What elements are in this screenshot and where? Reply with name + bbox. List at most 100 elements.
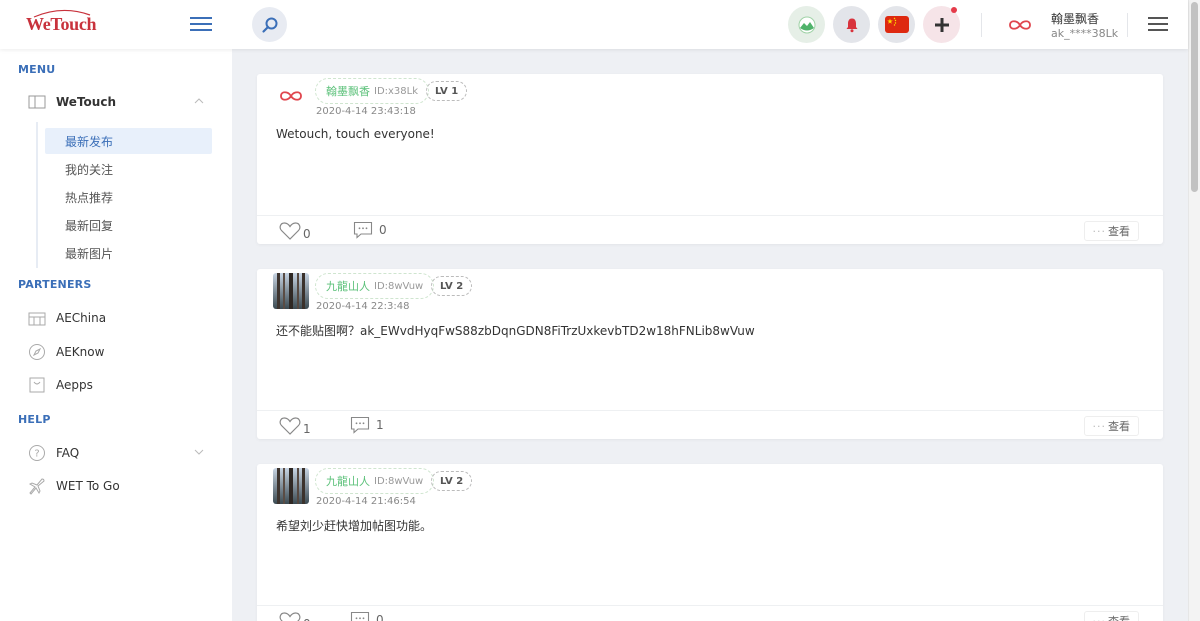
post-content[interactable]: 希望刘少赶快增加帖图功能。 xyxy=(276,517,432,534)
author-avatar[interactable] xyxy=(273,468,309,504)
wallet-button[interactable] xyxy=(788,6,825,43)
comment-button[interactable]: 1 xyxy=(350,416,384,434)
sidebar-subitem-replies[interactable]: 最新回复 xyxy=(45,212,212,238)
more-menu-icon[interactable] xyxy=(1147,14,1169,34)
author-id: ID:8wVuw xyxy=(374,280,424,292)
like-button[interactable]: 0 xyxy=(279,611,311,621)
compass-icon xyxy=(28,343,46,361)
section-title-partners: PARTENERS xyxy=(18,278,92,291)
view-button[interactable]: ··· 查看 xyxy=(1083,416,1139,436)
new-indicator-dot xyxy=(951,7,957,13)
search-button[interactable] xyxy=(252,7,287,42)
sidebar-item-aechina[interactable]: AEChina xyxy=(28,306,218,330)
scrollbar-thumb[interactable] xyxy=(1191,2,1198,192)
post-time: 2020-4-14 23:43:18 xyxy=(316,106,416,117)
comment-button[interactable]: 0 xyxy=(350,611,384,621)
notifications-button[interactable] xyxy=(833,6,870,43)
forest-photo-icon xyxy=(273,468,309,504)
post-footer: 0 0 ··· 查看 xyxy=(257,215,1163,244)
search-icon xyxy=(261,17,277,33)
like-count: 0 xyxy=(303,617,311,621)
author-name: 九龍山人 xyxy=(326,475,370,488)
author-id: ID:8wVuw xyxy=(374,475,424,487)
sidebar-item-wetouch[interactable]: WeTouch xyxy=(28,90,218,114)
view-label: 查看 xyxy=(1108,225,1130,238)
header-divider xyxy=(981,13,982,37)
post-content[interactable]: Wetouch, touch everyone! xyxy=(276,127,435,141)
post-card: 翰墨飘香 ID:x38Lk LV 1 2020-4-14 23:43:18 We… xyxy=(257,74,1163,244)
sidebar-subitem-images[interactable]: 最新图片 xyxy=(45,240,212,266)
sidebar-item-label: AEKnow xyxy=(56,345,105,359)
author-name-pill[interactable]: 九龍山人 ID:8wVuw xyxy=(315,273,435,299)
infinity-logo-icon xyxy=(1009,20,1031,30)
like-button[interactable]: 1 xyxy=(279,416,311,436)
level-badge: LV 1 xyxy=(426,81,468,101)
china-flag-icon xyxy=(884,16,909,33)
book-icon xyxy=(28,93,46,111)
section-title-menu: MENU xyxy=(18,63,56,76)
post-time: 2020-4-14 22:3:48 xyxy=(316,301,410,312)
airplane-icon xyxy=(28,477,46,495)
forest-photo-icon xyxy=(273,273,309,309)
sidebar-item-wet-to-go[interactable]: WET To Go xyxy=(28,474,218,498)
heart-icon xyxy=(279,222,301,240)
more-dots-icon: ··· xyxy=(1092,419,1106,433)
language-button[interactable] xyxy=(878,6,915,43)
user-name[interactable]: 翰墨飘香 xyxy=(1051,10,1099,27)
like-count: 0 xyxy=(303,227,311,241)
section-title-help: HELP xyxy=(18,413,51,426)
like-button[interactable]: 0 xyxy=(279,221,311,241)
author-avatar[interactable] xyxy=(273,78,309,114)
author-name-pill[interactable]: 翰墨飘香 ID:x38Lk xyxy=(315,78,430,104)
heart-icon xyxy=(279,417,301,435)
logo-swoosh-icon xyxy=(33,9,91,18)
more-dots-icon: ··· xyxy=(1092,614,1106,621)
view-button[interactable]: ··· 查看 xyxy=(1083,611,1139,621)
new-post-button[interactable] xyxy=(923,6,960,43)
bell-icon xyxy=(846,18,857,32)
hamburger-menu-icon[interactable] xyxy=(188,12,216,36)
comment-icon xyxy=(353,221,373,239)
author-avatar[interactable] xyxy=(273,273,309,309)
comment-icon xyxy=(350,611,370,621)
author-name: 翰墨飘香 xyxy=(326,85,370,98)
sidebar-subitem-hot[interactable]: 热点推荐 xyxy=(45,184,212,210)
chevron-down-icon xyxy=(194,449,204,455)
sidebar-subitem-latest[interactable]: 最新发布 xyxy=(45,128,212,154)
post-content[interactable]: 还不能贴图啊？ak_EWvdHyqFwS88zbDqnGDN8FiTrzUxke… xyxy=(276,322,755,339)
header-divider xyxy=(1127,13,1128,37)
sidebar-item-label: AEChina xyxy=(56,311,107,325)
author-id: ID:x38Lk xyxy=(374,85,419,97)
building-icon xyxy=(28,309,46,327)
sidebar-item-label: FAQ xyxy=(56,446,80,460)
comment-icon xyxy=(350,416,370,434)
landscape-icon xyxy=(798,16,815,33)
sidebar-item-label: WET To Go xyxy=(56,479,120,493)
comment-button[interactable]: 0 xyxy=(353,221,387,239)
post-time: 2020-4-14 21:46:54 xyxy=(316,496,416,507)
top-header: WeTouch 翰墨飘香 ak_****38Lk xyxy=(0,0,1188,49)
author-name: 九龍山人 xyxy=(326,280,370,293)
question-icon: ? xyxy=(28,444,46,462)
post-card: 九龍山人 ID:8wVuw LV 2 2020-4-14 21:46:54 希望… xyxy=(257,464,1163,621)
sidebar-item-label: WeTouch xyxy=(56,95,116,109)
chevron-up-icon xyxy=(194,98,204,104)
sidebar-item-aepps[interactable]: Aepps xyxy=(28,373,218,397)
sidebar-item-faq[interactable]: ? FAQ xyxy=(28,441,218,465)
bag-icon xyxy=(28,376,46,394)
view-label: 查看 xyxy=(1108,420,1130,433)
page-scrollbar[interactable] xyxy=(1188,0,1200,621)
more-dots-icon: ··· xyxy=(1092,224,1106,238)
wetouch-logo[interactable]: WeTouch xyxy=(26,9,97,35)
svg-text:?: ? xyxy=(34,449,39,460)
level-badge: LV 2 xyxy=(431,276,473,296)
like-count: 1 xyxy=(303,422,311,436)
sidebar: MENU WeTouch 最新发布 我的关注 热点推荐 最新回复 最新图片 PA… xyxy=(0,49,232,621)
sidebar-subitem-following[interactable]: 我的关注 xyxy=(45,156,212,182)
author-name-pill[interactable]: 九龍山人 ID:8wVuw xyxy=(315,468,435,494)
level-badge: LV 2 xyxy=(431,471,473,491)
user-avatar[interactable] xyxy=(1003,8,1037,42)
view-button[interactable]: ··· 查看 xyxy=(1083,221,1139,241)
sidebar-item-aeknow[interactable]: AEKnow xyxy=(28,340,218,364)
submenu-line xyxy=(36,122,38,268)
